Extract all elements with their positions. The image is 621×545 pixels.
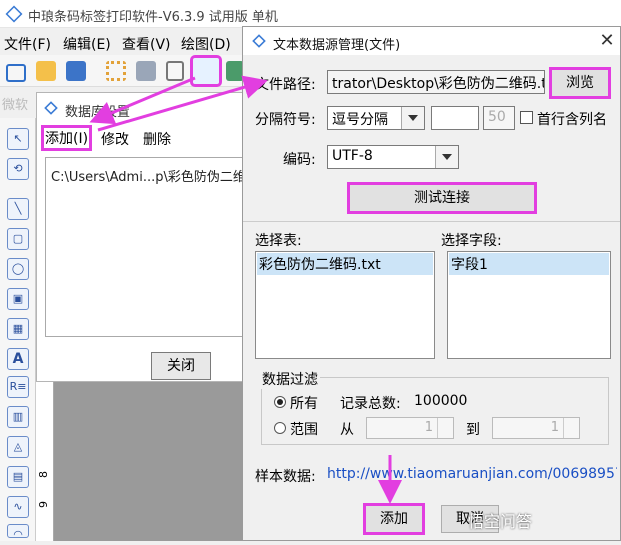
annotation-arrows <box>89 75 402 504</box>
arrow-add-to-dialog <box>97 75 268 132</box>
watermark: 悟空问答 <box>468 512 533 531</box>
arrow-toolbar-to-add <box>89 76 196 125</box>
